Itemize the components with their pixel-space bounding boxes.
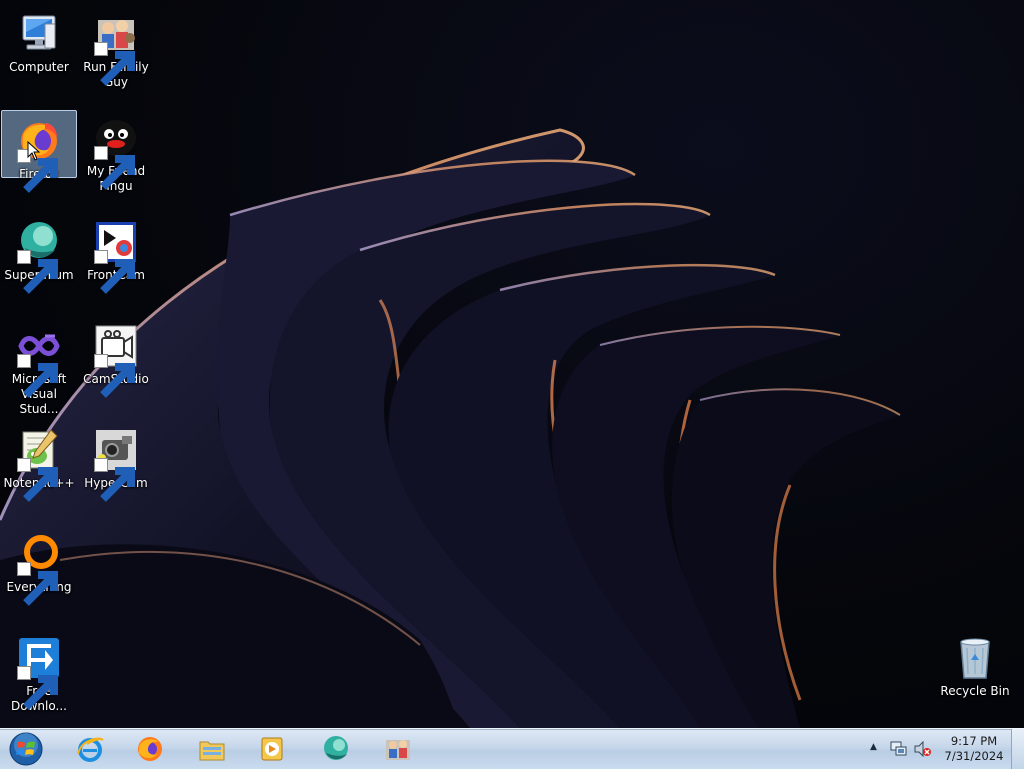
desktop-icon-my-friend-pingu[interactable]: My Friend Pingu — [78, 108, 154, 208]
everything-icon — [15, 530, 63, 606]
shortcut-arrow-icon — [94, 146, 135, 190]
shortcut-arrow-icon — [94, 42, 135, 86]
shortcut-arrow-icon — [94, 354, 135, 398]
shortcut-arrow-icon — [17, 354, 58, 398]
frontcam-icon — [92, 218, 140, 294]
shortcut-arrow-icon — [94, 250, 135, 294]
desktop-icon-computer[interactable]: Computer — [1, 4, 77, 104]
desktop-icon-label: Computer — [9, 60, 69, 74]
clock-date: 7/31/2024 — [944, 749, 1004, 763]
desktop-icon-notepad-plus-plus[interactable]: Notepad++ — [1, 420, 77, 520]
supermium-icon — [15, 218, 63, 294]
internet-explorer-icon — [77, 737, 104, 762]
show-hidden-icons-button[interactable]: ▲ — [870, 742, 877, 752]
visual-studio-icon — [15, 322, 63, 398]
desktop-icon-supermium[interactable]: Supermium — [1, 212, 77, 312]
desktop-icon-label: Recycle Bin — [940, 684, 1010, 698]
mouse-cursor-icon — [27, 141, 41, 161]
firefox-icon — [15, 117, 63, 193]
desktop-icon-visual-studio[interactable]: Microsoft Visual Stud... — [1, 316, 77, 416]
hypercam-icon — [92, 426, 140, 502]
recycle-bin-icon — [951, 634, 999, 682]
desktop-icon-camstudio[interactable]: CamStudio — [78, 316, 154, 416]
shortcut-arrow-icon — [17, 666, 58, 710]
firefox-icon — [138, 737, 162, 761]
desktop-icon-run-family-guy[interactable]: Run Family Guy — [78, 4, 154, 104]
taskbar-internet-explorer[interactable] — [62, 731, 118, 767]
pingu-icon — [92, 114, 140, 190]
computer-icon — [15, 10, 63, 58]
taskbar-run-family-guy[interactable] — [370, 731, 426, 767]
taskbar-windows-explorer[interactable] — [184, 731, 240, 767]
taskbar-media-player[interactable] — [244, 731, 300, 767]
show-desktop-button[interactable] — [1011, 729, 1024, 769]
start-button[interactable] — [6, 731, 46, 767]
desktop-icon-free-download-manager[interactable]: Free Downlo... — [1, 628, 77, 728]
clock-time: 9:17 PM — [950, 734, 998, 748]
media-player-icon — [261, 737, 283, 761]
taskbar: ▲ 9:17 PM 7/31/2024 — [0, 728, 1024, 769]
desktop-icon-recycle-bin[interactable]: Recycle Bin — [937, 628, 1013, 728]
shortcut-arrow-icon — [17, 250, 58, 294]
notepad-plus-plus-icon — [15, 426, 63, 502]
windows-orb-icon — [9, 732, 43, 766]
supermium-icon — [324, 736, 348, 760]
free-download-manager-icon — [15, 634, 63, 710]
shortcut-arrow-icon — [17, 458, 58, 502]
shortcut-arrow-icon — [94, 458, 135, 502]
desktop-icon-firefox[interactable]: Firefox — [1, 110, 77, 193]
desktop-icon-hypercam[interactable]: HyperCam — [78, 420, 154, 520]
desktop-icon-everything[interactable]: Everything — [1, 524, 77, 624]
taskbar-clock[interactable]: 9:17 PM 7/31/2024 — [938, 734, 1010, 764]
shortcut-arrow-icon — [17, 562, 58, 606]
desktop-icon-frontcam[interactable]: FrontCam — [78, 212, 154, 312]
volume-muted-icon[interactable] — [914, 741, 932, 757]
taskbar-supermium[interactable] — [308, 731, 364, 767]
family-guy-icon — [92, 10, 140, 86]
folder-icon — [199, 741, 225, 761]
family-guy-icon — [386, 740, 410, 760]
system-tray: ▲ 9:17 PM 7/31/2024 — [864, 729, 1024, 769]
camstudio-icon — [92, 322, 140, 398]
taskbar-firefox[interactable] — [122, 731, 178, 767]
network-icon[interactable] — [890, 741, 908, 757]
